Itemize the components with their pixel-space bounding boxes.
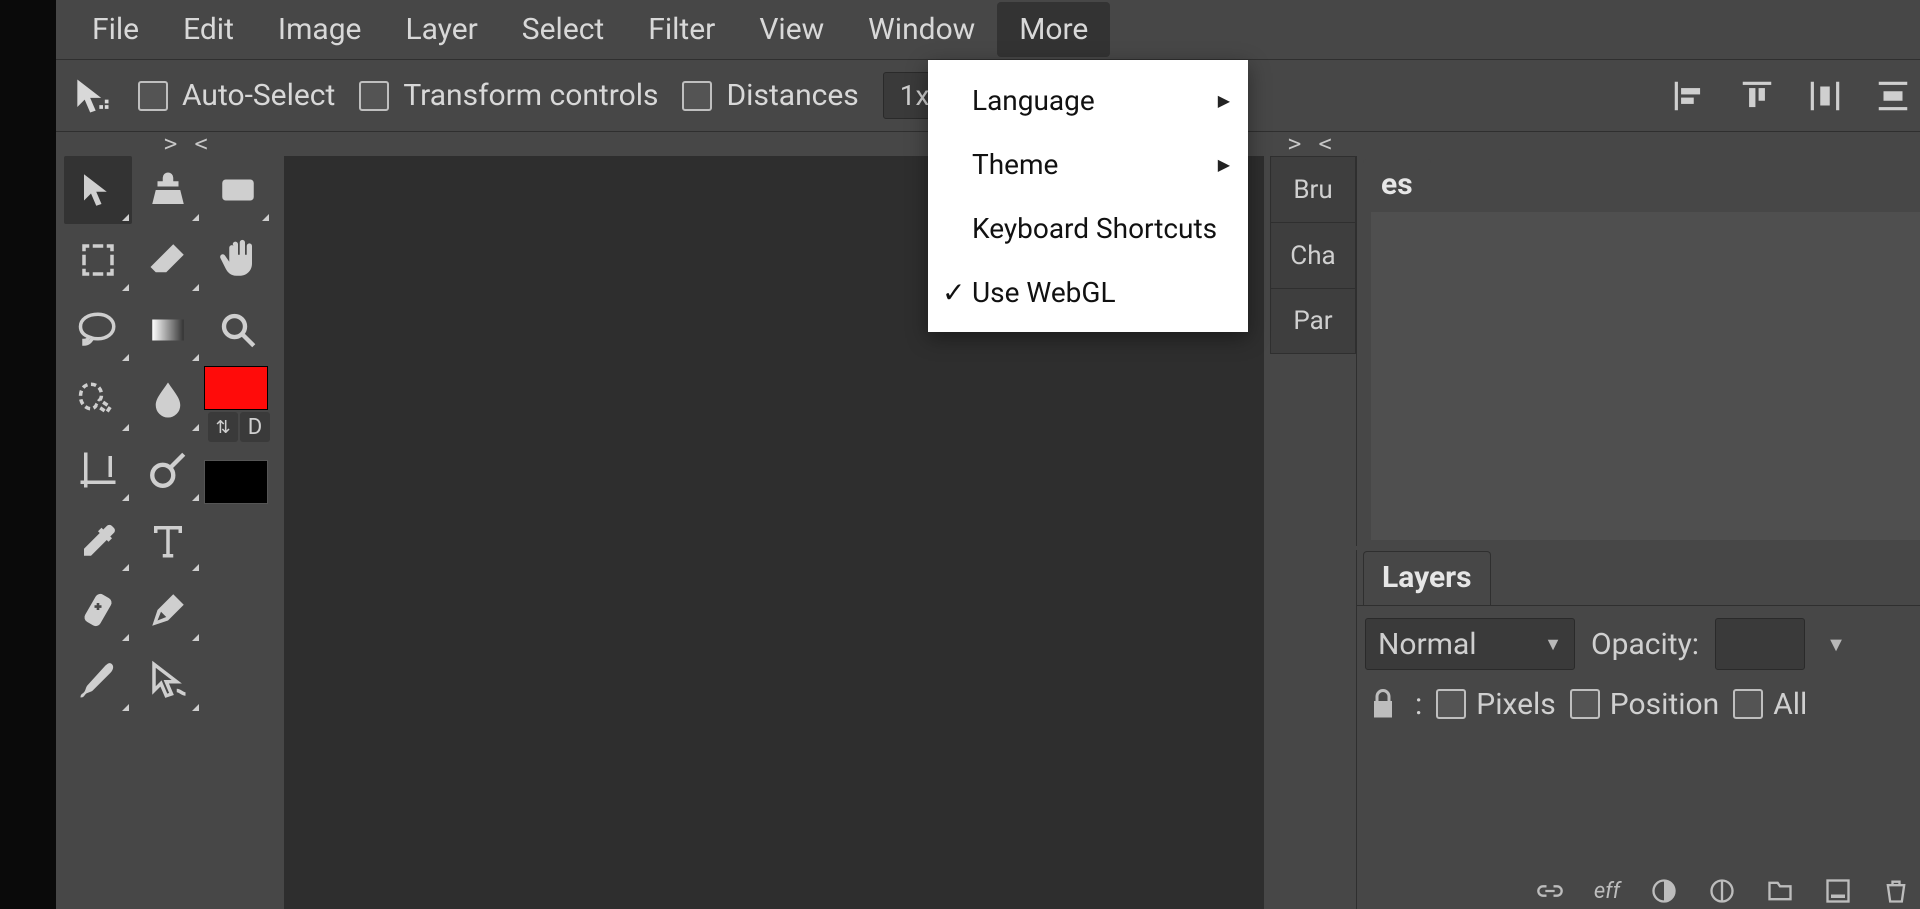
mini-tab-cha[interactable]: Cha — [1270, 222, 1356, 288]
menu-select[interactable]: Select — [500, 2, 626, 57]
checkbox-icon — [682, 81, 712, 111]
tool-crop[interactable] — [64, 436, 132, 504]
opacity-label: Opacity: — [1591, 627, 1699, 662]
distances-checkbox[interactable]: Distances — [682, 78, 858, 113]
dropdown-label: Keyboard Shortcuts — [972, 212, 1217, 245]
submenu-arrow-icon: ▶ — [1218, 155, 1230, 174]
lock-colon: : — [1415, 687, 1422, 722]
tool-eyedropper[interactable] — [64, 506, 132, 574]
mini-tab-par[interactable]: Par — [1270, 288, 1356, 354]
tool-lasso[interactable] — [64, 296, 132, 364]
adjustment-layer-icon[interactable] — [1708, 877, 1736, 905]
swap-colors-button[interactable]: ⇅ — [208, 412, 238, 442]
dropdown-keyboard-shortcuts[interactable]: Keyboard Shortcuts — [928, 196, 1248, 260]
align-icons — [1670, 77, 1912, 115]
menubar: File Edit Image Layer Select Filter View… — [56, 0, 1920, 60]
new-folder-icon[interactable] — [1766, 877, 1794, 905]
checkbox-icon — [138, 81, 168, 111]
auto-select-checkbox[interactable]: Auto-Select — [138, 78, 335, 113]
align-left-icon[interactable] — [1670, 77, 1708, 115]
tool-heal[interactable] — [64, 576, 132, 644]
menu-view[interactable]: View — [737, 2, 846, 57]
menu-layer[interactable]: Layer — [383, 2, 499, 57]
dropdown-label: Use WebGL — [972, 276, 1116, 309]
background-color[interactable] — [204, 460, 268, 504]
tool-gradient[interactable] — [134, 296, 202, 364]
lock-pixels-checkbox[interactable]: Pixels — [1436, 687, 1556, 722]
mini-tab-bru[interactable]: Bru — [1270, 156, 1356, 222]
tool-dodge[interactable] — [134, 436, 202, 504]
dropdown-label: Theme — [972, 148, 1058, 181]
tool-pen[interactable] — [134, 576, 202, 644]
right-panels: Bru Cha Par es Layers Normal ▼ Opacity: … — [1270, 156, 1920, 909]
tool-hand[interactable] — [204, 226, 272, 294]
menu-edit[interactable]: Edit — [161, 2, 256, 57]
dropdown-use-webgl[interactable]: ✓ Use WebGL — [928, 260, 1248, 324]
lock-position-label: Position — [1610, 687, 1719, 722]
tool-rectangle-shape[interactable] — [204, 156, 272, 224]
layer-mask-icon[interactable] — [1650, 877, 1678, 905]
layer-effects-button[interactable]: eff — [1594, 879, 1620, 904]
lock-icon — [1365, 686, 1401, 722]
checkmark-icon: ✓ — [942, 276, 965, 309]
transform-controls-checkbox[interactable]: Transform controls — [359, 78, 658, 113]
dropdown-theme[interactable]: Theme ▶ — [928, 132, 1248, 196]
lock-all-label: All — [1773, 687, 1807, 722]
tool-path-select[interactable] — [134, 646, 202, 714]
collapse-left-handle[interactable]: > < — [164, 132, 210, 157]
checkbox-icon — [1570, 689, 1600, 719]
link-layers-icon[interactable] — [1536, 877, 1564, 905]
layers-tab[interactable]: Layers — [1363, 551, 1491, 605]
menu-more[interactable]: More — [997, 2, 1110, 57]
foreground-color[interactable] — [204, 366, 268, 410]
mini-panel-tabs: Bru Cha Par — [1270, 156, 1356, 354]
tool-brush[interactable] — [64, 646, 132, 714]
tool-eraser[interactable] — [134, 226, 202, 294]
blend-mode-select[interactable]: Normal ▼ — [1365, 618, 1575, 670]
tool-zoom[interactable] — [204, 296, 272, 364]
new-layer-icon[interactable] — [1824, 877, 1852, 905]
lock-pixels-label: Pixels — [1476, 687, 1556, 722]
menu-window[interactable]: Window — [846, 2, 997, 57]
lock-position-checkbox[interactable]: Position — [1570, 687, 1719, 722]
color-swatches[interactable]: ⇅ D — [204, 366, 272, 504]
tool-blur[interactable] — [134, 366, 202, 434]
tool-clone-stamp[interactable] — [134, 156, 202, 224]
blend-mode-value: Normal — [1378, 627, 1477, 662]
checkbox-icon — [359, 81, 389, 111]
auto-select-label: Auto-Select — [182, 78, 335, 113]
menu-filter[interactable]: Filter — [626, 2, 737, 57]
tool-move[interactable] — [64, 156, 132, 224]
menu-file[interactable]: File — [70, 2, 161, 57]
collapse-right-handle[interactable]: > < — [1288, 132, 1334, 157]
dropdown-language[interactable]: Language ▶ — [928, 68, 1248, 132]
checkbox-icon — [1733, 689, 1763, 719]
tool-rect-select[interactable] — [64, 226, 132, 294]
default-colors-button[interactable]: D — [240, 412, 270, 442]
more-dropdown: Language ▶ Theme ▶ Keyboard Shortcuts ✓ … — [928, 60, 1248, 332]
checkbox-icon — [1436, 689, 1466, 719]
toolbox: ⇅ D — [64, 156, 282, 714]
delete-layer-icon[interactable] — [1882, 877, 1910, 905]
layers-footer: eff — [1357, 873, 1920, 909]
dropdown-label: Language — [972, 84, 1095, 117]
swatches-body[interactable] — [1371, 212, 1920, 540]
align-top-icon[interactable] — [1738, 77, 1776, 115]
lock-all-checkbox[interactable]: All — [1733, 687, 1807, 722]
opacity-input[interactable] — [1715, 618, 1805, 670]
distribute-v-icon[interactable] — [1874, 77, 1912, 115]
layers-panel: Layers Normal ▼ Opacity: ▼ : Pixels — [1356, 550, 1920, 909]
swatches-panel: es — [1356, 156, 1920, 546]
transform-controls-label: Transform controls — [403, 78, 658, 113]
menu-image[interactable]: Image — [256, 2, 384, 57]
tool-type[interactable] — [134, 506, 202, 574]
chevron-down-icon: ▼ — [1544, 634, 1562, 655]
opacity-caret[interactable]: ▼ — [1821, 618, 1851, 670]
swatches-tab[interactable]: es — [1363, 159, 1431, 212]
tool-quick-select[interactable] — [64, 366, 132, 434]
move-tool-icon — [70, 74, 114, 118]
submenu-arrow-icon: ▶ — [1218, 91, 1230, 110]
distances-label: Distances — [726, 78, 858, 113]
distribute-h-icon[interactable] — [1806, 77, 1844, 115]
